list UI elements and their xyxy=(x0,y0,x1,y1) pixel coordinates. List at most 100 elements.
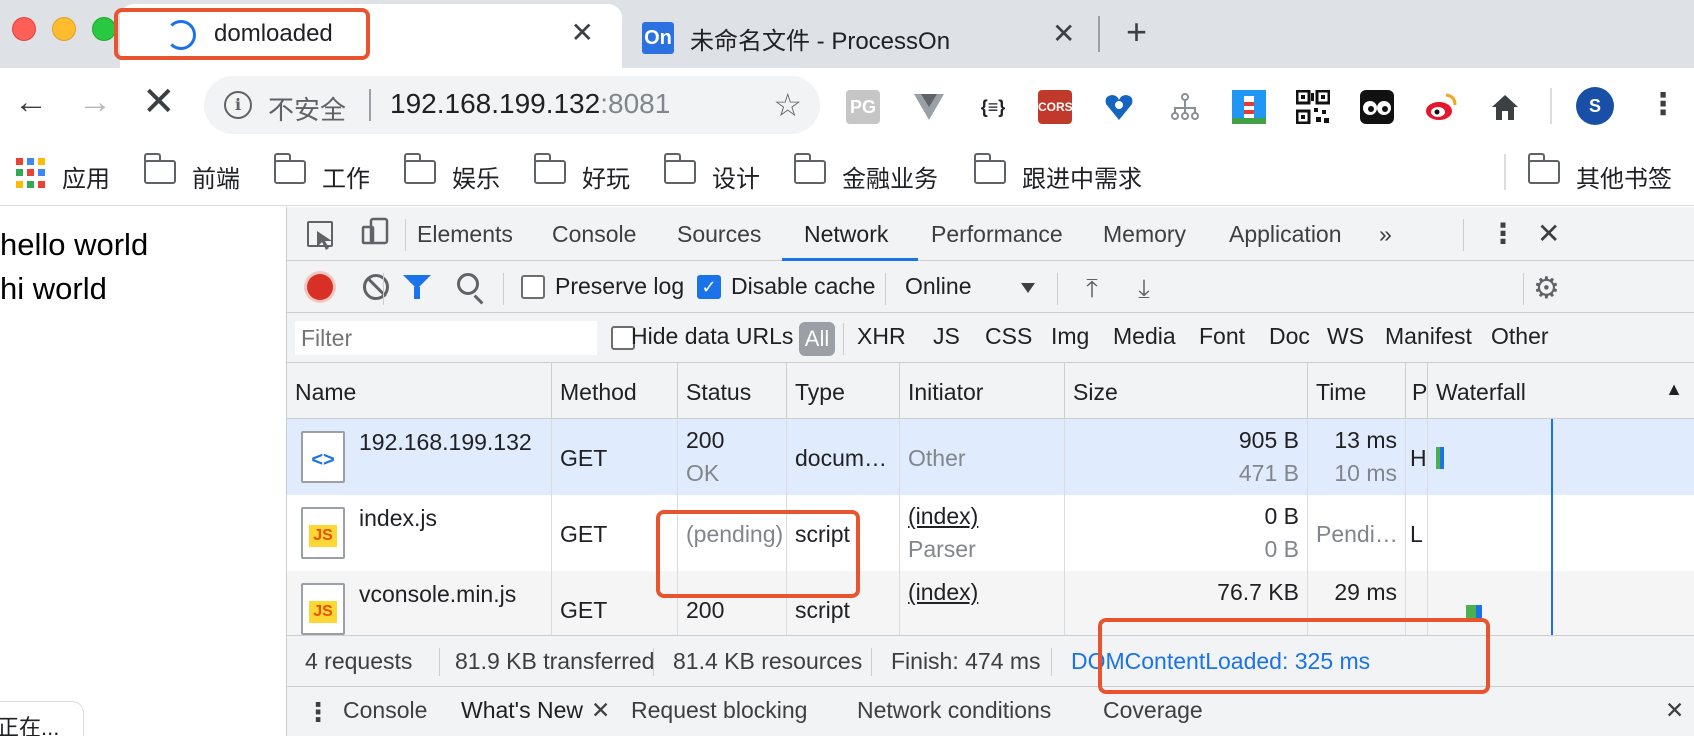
heart-icon[interactable] xyxy=(1102,90,1136,124)
cell-initiator: (index) Parser xyxy=(900,495,1065,571)
bookmark-folder[interactable]: 前端 xyxy=(143,153,254,193)
drawer-tab-whats-new[interactable]: What's New xyxy=(461,697,583,724)
bookmark-other[interactable]: 其他书签 xyxy=(1527,153,1688,193)
new-tab-button[interactable]: + xyxy=(1126,12,1147,52)
minimize-window-button[interactable] xyxy=(52,17,76,41)
column-header-initiator[interactable]: Initiator xyxy=(900,363,1065,419)
throttling-select[interactable]: Online xyxy=(905,273,971,300)
cors-extension-icon[interactable]: CORS xyxy=(1038,90,1073,124)
vue-devtools-icon[interactable] xyxy=(912,90,946,124)
bookmark-folder[interactable]: 娱乐 xyxy=(403,153,514,193)
security-label[interactable]: 不安全 xyxy=(268,90,346,127)
drawer-tab-console[interactable]: Console xyxy=(343,697,427,724)
tab-close-icon[interactable]: ✕ xyxy=(1052,17,1075,50)
drawer-tab-network-conditions[interactable]: Network conditions xyxy=(857,697,1051,724)
type-filter-other[interactable]: Other xyxy=(1491,323,1549,350)
column-header-priority[interactable]: P xyxy=(1406,363,1428,419)
bookmark-folder[interactable]: 工作 xyxy=(273,153,384,193)
drawer-tab-coverage[interactable]: Coverage xyxy=(1103,697,1203,724)
clear-icon[interactable] xyxy=(363,274,389,300)
devtools-menu-icon[interactable]: ⋮ xyxy=(1489,217,1517,250)
forward-button[interactable]: → xyxy=(78,82,112,122)
browser-menu-icon[interactable]: ⋮ xyxy=(1648,86,1678,124)
column-header-size[interactable]: Size xyxy=(1065,363,1308,419)
request-name: 192.168.199.132 xyxy=(359,429,532,455)
qr-icon[interactable] xyxy=(1295,89,1331,125)
tab-sources[interactable]: Sources xyxy=(677,221,761,248)
gear-icon[interactable]: ⚙ xyxy=(1533,271,1560,306)
type-filter-font[interactable]: Font xyxy=(1199,323,1245,350)
type-filter-media[interactable]: Media xyxy=(1113,323,1176,350)
chevron-down-icon[interactable] xyxy=(1021,283,1035,293)
tab-processon[interactable]: On 未命名文件 - ProcessOn ✕ xyxy=(640,4,1090,64)
bookmark-folder[interactable]: 跟进中需求 xyxy=(973,153,1164,193)
bookmark-star-icon[interactable]: ☆ xyxy=(773,86,802,124)
close-window-button[interactable] xyxy=(12,17,36,41)
inspect-element-icon[interactable] xyxy=(307,221,333,250)
pg-extension-icon[interactable]: PG xyxy=(846,90,880,124)
device-toolbar-icon[interactable] xyxy=(361,217,391,247)
initiator-link[interactable]: (index) xyxy=(908,503,1056,530)
cell-type: docum… xyxy=(787,419,900,495)
stop-loading-button[interactable]: ✕ xyxy=(142,82,176,122)
close-devtools-icon[interactable]: ✕ xyxy=(1537,217,1560,250)
weibo-icon[interactable] xyxy=(1424,90,1458,124)
disable-cache-checkbox[interactable]: ✓ xyxy=(697,275,721,299)
tree-icon[interactable] xyxy=(1168,90,1202,124)
import-har-icon[interactable]: ⤒ xyxy=(1079,275,1105,301)
column-header-type[interactable]: Type xyxy=(787,363,900,419)
filter-input[interactable] xyxy=(295,321,597,355)
tower-icon[interactable] xyxy=(1232,90,1266,124)
bookmark-folder[interactable]: 好玩 xyxy=(533,153,644,193)
table-row[interactable]: JS vconsole.min.js GET 200 script (index… xyxy=(287,571,1694,635)
column-header-method[interactable]: Method xyxy=(552,363,678,419)
filter-icon[interactable] xyxy=(403,275,431,299)
column-header-waterfall[interactable]: Waterfall ▲ xyxy=(1428,363,1694,419)
bookmark-folder[interactable]: 设计 xyxy=(663,153,774,193)
table-row[interactable]: <> 192.168.199.132 GET 200 OK docum… Oth… xyxy=(287,419,1694,495)
tab-performance[interactable]: Performance xyxy=(931,221,1063,248)
tab-elements[interactable]: Elements xyxy=(417,221,513,248)
export-har-icon[interactable]: ⤓ xyxy=(1131,275,1157,301)
maximize-window-button[interactable] xyxy=(92,17,116,41)
tab-memory[interactable]: Memory xyxy=(1103,221,1186,248)
column-header-time[interactable]: Time xyxy=(1308,363,1406,419)
bookmark-apps[interactable]: 应用 xyxy=(16,154,116,193)
tab-domloaded[interactable]: domloaded ✕ xyxy=(120,4,622,68)
initiator-type: Parser xyxy=(908,536,976,562)
type-filter-css[interactable]: CSS xyxy=(985,323,1032,350)
type-filter-doc[interactable]: Doc xyxy=(1269,323,1310,350)
type-filter-img[interactable]: Img xyxy=(1051,323,1089,350)
tab-network[interactable]: Network xyxy=(804,221,888,248)
type-filter-manifest[interactable]: Manifest xyxy=(1385,323,1472,350)
bookmark-label: 应用 xyxy=(62,166,110,193)
column-header-status[interactable]: Status xyxy=(678,363,787,419)
tab-close-icon[interactable]: ✕ xyxy=(571,18,594,48)
search-icon[interactable] xyxy=(457,273,479,295)
table-row[interactable]: JS index.js GET (pending) script (index)… xyxy=(287,495,1694,571)
record-button[interactable] xyxy=(307,274,333,300)
preserve-log-checkbox[interactable] xyxy=(521,275,545,299)
more-tabs-button[interactable]: » xyxy=(1379,221,1392,248)
type-filter-js[interactable]: JS xyxy=(933,323,960,350)
info-icon[interactable]: i xyxy=(224,91,252,119)
drawer-tab-close-icon[interactable]: ✕ xyxy=(591,697,610,724)
tab-console[interactable]: Console xyxy=(552,221,636,248)
column-header-name[interactable]: Name xyxy=(287,363,552,419)
type-filter-all[interactable]: All xyxy=(799,322,835,356)
initiator-link[interactable]: (index) xyxy=(908,579,1056,606)
drawer-menu-icon[interactable]: ⋮ xyxy=(305,697,331,728)
type-filter-ws[interactable]: WS xyxy=(1327,323,1364,350)
bookmark-folder[interactable]: 金融业务 xyxy=(793,153,954,193)
url-text[interactable]: 192.168.199.132:8081 xyxy=(390,88,670,120)
close-drawer-icon[interactable]: ✕ xyxy=(1665,697,1684,724)
eyes-icon[interactable] xyxy=(1360,90,1394,124)
back-button[interactable]: ← xyxy=(14,82,48,122)
json-viewer-icon[interactable]: {≡} xyxy=(976,90,1010,124)
type-filter-xhr[interactable]: XHR xyxy=(857,323,906,350)
drawer-tab-request-blocking[interactable]: Request blocking xyxy=(631,697,807,724)
home-icon[interactable] xyxy=(1488,90,1522,124)
address-bar[interactable]: i 不安全 192.168.199.132:8081 ☆ xyxy=(204,76,820,134)
profile-avatar[interactable]: S xyxy=(1576,87,1614,125)
tab-application[interactable]: Application xyxy=(1229,221,1342,248)
